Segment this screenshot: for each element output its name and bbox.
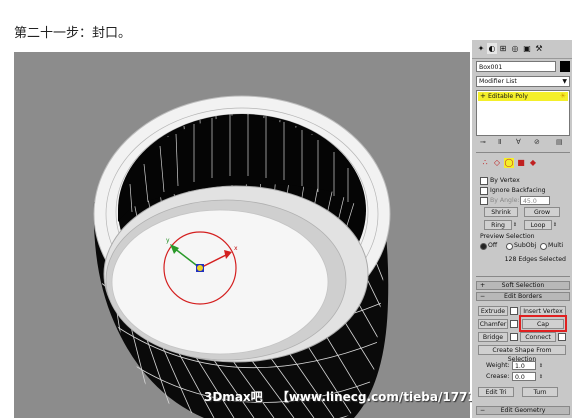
gizmo-y-label: y [166, 237, 170, 244]
remove-modifier-icon[interactable]: ⊘ [534, 138, 540, 146]
connect-settings-icon[interactable] [558, 333, 566, 341]
gizmo-x-label: x [234, 245, 238, 252]
step-caption: 第二十一步：封口。 [14, 26, 132, 41]
command-panel: ✦ ◐ ⊞ ◎ ▣ ⚒ Box001 Modifier List ▼ + Edi… [472, 40, 572, 418]
minus-icon: − [480, 407, 486, 414]
crease-label: Crease: [486, 373, 510, 380]
element-level-icon[interactable]: ◆ [528, 158, 538, 168]
stack-item-editable-poly[interactable]: + Editable Poly ☀ [478, 92, 568, 101]
object-color-swatch[interactable] [560, 61, 570, 72]
watermark-brand: 3Dmax吧 [204, 390, 263, 404]
soft-selection-rollout[interactable]: + Soft Selection [476, 281, 570, 290]
cup-inner-floor [111, 209, 329, 355]
create-shape-button[interactable]: Create Shape From Selection [478, 345, 566, 363]
chamfer-settings-icon[interactable] [510, 320, 518, 328]
crease-field[interactable]: 0.0 [512, 372, 536, 381]
bridge-button[interactable]: Bridge [478, 332, 508, 342]
by-angle-checkbox[interactable]: By Angle: [480, 196, 520, 205]
soft-selection-label: Soft Selection [501, 282, 545, 289]
motion-tab-icon[interactable]: ◎ [510, 43, 520, 54]
plus-icon: + [480, 282, 486, 289]
edit-tri-button[interactable]: Edit Tri [478, 387, 514, 397]
grow-button[interactable]: Grow [524, 207, 560, 217]
by-angle-value[interactable]: 45.0 [520, 196, 550, 205]
minus-icon: − [480, 293, 486, 300]
loop-button[interactable]: Loop [524, 220, 552, 230]
preview-subobj-radio[interactable]: SubObj [506, 241, 536, 250]
modifier-list-label: Modifier List [479, 78, 517, 85]
modifier-list-dropdown[interactable]: Modifier List ▼ [476, 76, 570, 87]
modify-tab-icon[interactable]: ◐ [487, 43, 497, 54]
vertex-level-icon[interactable]: ∴ [480, 158, 490, 168]
pin-stack-icon[interactable]: ⊸ [480, 138, 486, 146]
show-end-result-icon[interactable]: Ⅱ [498, 138, 501, 146]
hierarchy-tab-icon[interactable]: ⊞ [498, 43, 508, 54]
bridge-settings-icon[interactable] [510, 333, 518, 341]
display-tab-icon[interactable]: ▣ [522, 43, 532, 54]
edit-borders-rollout[interactable]: − Edit Borders [476, 292, 570, 301]
weight-spinner-icon[interactable]: ⇕ [538, 361, 544, 371]
chevron-down-icon: ▼ [562, 78, 567, 85]
polygon-level-icon[interactable]: ■ [516, 158, 526, 168]
utilities-tab-icon[interactable]: ⚒ [534, 43, 544, 54]
stack-item-label: Editable Poly [488, 93, 528, 100]
light-bulb-icon[interactable]: ☀ [560, 92, 566, 101]
create-tab-icon[interactable]: ✦ [476, 43, 486, 54]
modifier-stack[interactable]: + Editable Poly ☀ [476, 90, 570, 136]
divider [476, 152, 570, 153]
edit-geometry-label: Edit Geometry [500, 407, 546, 414]
extrude-button[interactable]: Extrude [478, 306, 508, 316]
edit-borders-label: Edit Borders [504, 293, 542, 300]
weight-label: Weight: [486, 362, 510, 369]
cap-highlight-box [519, 315, 567, 332]
extrude-settings-icon[interactable] [510, 307, 518, 315]
connect-button[interactable]: Connect [520, 332, 556, 342]
ignore-backfacing-checkbox[interactable]: Ignore Backfacing [480, 186, 546, 195]
loop-spinner-icon[interactable]: ⇕ [552, 220, 558, 230]
by-vertex-checkbox[interactable]: By Vertex [480, 176, 520, 185]
weight-field[interactable]: 1.0 [512, 361, 536, 370]
shrink-button[interactable]: Shrink [484, 207, 518, 217]
preview-selection-label: Preview Selection [480, 233, 535, 240]
make-unique-icon[interactable]: ∀ [516, 138, 521, 146]
watermark: 3Dmax吧 【www.linecg.com/tieba/1771】 [204, 388, 498, 405]
border-level-icon[interactable]: ◯ [504, 158, 514, 168]
watermark-url: 【www.linecg.com/tieba/1771】 [276, 390, 488, 404]
cup-model-render: y x [93, 95, 391, 418]
configure-sets-icon[interactable]: ▤ [556, 138, 563, 146]
preview-multi-radio[interactable]: Multi [540, 241, 563, 250]
edge-level-icon[interactable]: ◇ [492, 158, 502, 168]
divider [476, 276, 570, 277]
turn-button[interactable]: Turn [522, 387, 558, 397]
expand-plus-icon[interactable]: + [480, 92, 486, 101]
stack-toolbar: ⊸ Ⅱ ∀ ⊘ ▤ [476, 138, 570, 150]
edit-geometry-rollout[interactable]: − Edit Geometry [476, 406, 570, 415]
preview-off-radio[interactable]: Off [480, 241, 497, 250]
object-name-field[interactable]: Box001 [476, 61, 556, 72]
3d-viewport[interactable]: y x [14, 52, 470, 418]
crease-spinner-icon[interactable]: ⇕ [538, 372, 544, 382]
selection-status: 128 Edges Selected [504, 256, 566, 263]
ring-button[interactable]: Ring [484, 220, 512, 230]
command-panel-tabs: ✦ ◐ ⊞ ◎ ▣ ⚒ [472, 40, 572, 59]
chamfer-button[interactable]: Chamfer [478, 319, 508, 329]
ring-spinner-icon[interactable]: ⇕ [512, 220, 518, 230]
